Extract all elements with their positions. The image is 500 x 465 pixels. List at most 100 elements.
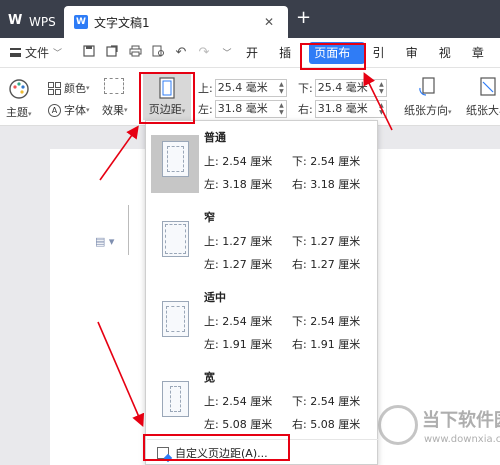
save-icon[interactable] xyxy=(82,45,96,60)
left-margin-input[interactable]: 31.8 毫米 ▲ ▼ xyxy=(214,100,287,118)
spinner-icon[interactable]: ▲ ▼ xyxy=(379,81,384,95)
left-margin-label: 左: xyxy=(198,103,213,116)
theme-label: 主题 xyxy=(6,106,28,119)
margin-preset-wide[interactable]: 宽 上: 2.54 厘米 下: 2.54 厘米 左: 5.08 厘米 右: 5.… xyxy=(146,366,377,441)
bottom-margin-input[interactable]: 25.4 毫米 ▲ ▼ xyxy=(314,79,387,97)
preset-name: 适中 xyxy=(204,291,226,304)
right-margin-field: 右: 31.8 毫米 ▲ ▼ xyxy=(298,100,387,118)
watermark-text: 当下软件园 xyxy=(422,410,500,431)
preset-right-value: 右: 1.91 厘米 xyxy=(292,338,361,351)
tab-references[interactable]: 引用 xyxy=(367,42,400,82)
document-tab-label: 文字文稿1 xyxy=(94,15,150,30)
redo-icon[interactable]: ↷ xyxy=(197,45,211,60)
margin-preset-moderate[interactable]: 适中 上: 2.54 厘米 下: 2.54 厘米 左: 1.91 厘米 右: 1… xyxy=(146,286,377,361)
wps-home-label: WPS xyxy=(29,15,56,29)
preset-left-value: 左: 1.91 厘米 xyxy=(204,338,273,351)
font-label: 字体 xyxy=(64,104,86,117)
highlight-page-layout-tab xyxy=(300,43,366,70)
preset-name: 普通 xyxy=(204,131,226,144)
preset-right-value: 右: 1.27 厘米 xyxy=(292,258,361,271)
document-tab[interactable]: W 文字文稿1 ✕ xyxy=(64,6,288,38)
effect-button[interactable]: 效果 ▾ xyxy=(102,102,128,118)
preset-top-value: 上: 2.54 厘米 xyxy=(204,315,273,328)
tab-home[interactable]: 开始 xyxy=(241,42,274,82)
preset-left-value: 左: 3.18 厘米 xyxy=(204,178,273,191)
palette-icon xyxy=(9,79,29,99)
margin-preset-normal[interactable]: 普通 上: 2.54 厘米 下: 2.54 厘米 左: 3.18 厘米 右: 3… xyxy=(146,126,377,201)
preset-bottom-value: 下: 1.27 厘米 xyxy=(292,235,361,248)
paper-size-button[interactable]: 纸张大小 xyxy=(466,76,500,118)
watermark-url: www.downxia.com xyxy=(424,434,500,445)
theme-button[interactable]: 主题▾ xyxy=(6,78,32,120)
preset-left-value: 左: 1.27 厘米 xyxy=(204,258,273,271)
font-button[interactable]: A 字体 ▾ xyxy=(48,102,90,118)
preset-top-value: 上: 1.27 厘米 xyxy=(204,235,273,248)
preset-thumbnail xyxy=(151,215,199,273)
wps-home-tab[interactable]: WPS xyxy=(0,6,62,38)
orientation-label: 纸张方向 xyxy=(404,104,448,117)
preset-right-value: 右: 5.08 厘米 xyxy=(292,418,361,431)
watermark: 当下软件园 www.downxia.com xyxy=(378,402,500,462)
effect-grid-button[interactable] xyxy=(104,78,124,94)
ribbon-toolbar: 主题▾ 颜色 ▾ A 字体 ▾ 效果 ▾ 页边距▾ 上: 25.4 毫米 ▲ ▼ 左: 3… xyxy=(0,68,500,126)
tab-section[interactable]: 章节 xyxy=(467,42,500,82)
preset-name: 宽 xyxy=(204,371,215,384)
orientation-button[interactable]: 纸张方向▾ xyxy=(404,76,452,118)
top-margin-field: 上: 25.4 毫米 ▲ ▼ xyxy=(198,79,287,97)
spinner-icon[interactable]: ▲ ▼ xyxy=(379,102,384,116)
spinner-icon[interactable]: ▲ ▼ xyxy=(279,81,284,95)
file-menu-label: 文件 xyxy=(25,46,50,60)
title-tab-bar: WPS W 文字文稿1 ✕ + xyxy=(0,0,500,38)
undo-icon[interactable]: ↶ xyxy=(174,45,188,60)
chevron-down-icon: ﹀ xyxy=(53,49,63,59)
preset-bottom-value: 下: 2.54 厘米 xyxy=(292,395,361,408)
hamburger-icon xyxy=(10,48,21,57)
preset-bottom-value: 下: 2.54 厘米 xyxy=(292,315,361,328)
color-label: 颜色 xyxy=(64,82,86,95)
export-icon[interactable] xyxy=(105,45,119,60)
preset-name: 窄 xyxy=(204,211,215,224)
more-chevron-icon[interactable]: ﹀ xyxy=(220,46,234,59)
top-margin-label: 上: xyxy=(198,82,213,95)
color-grid-icon xyxy=(48,81,61,95)
preset-thumbnail xyxy=(151,295,199,353)
bottom-margin-label: 下: xyxy=(298,82,313,95)
margin-preset-narrow[interactable]: 窄 上: 1.27 厘米 下: 1.27 厘米 左: 1.27 厘米 右: 1.… xyxy=(146,206,377,281)
font-icon: A xyxy=(48,103,61,117)
close-tab-icon[interactable]: ✕ xyxy=(264,15,274,29)
preset-top-value: 上: 2.54 厘米 xyxy=(204,155,273,168)
quick-access-toolbar: ↶ ↷ ﹀ xyxy=(76,45,234,60)
paper-size-label: 纸张大小 xyxy=(466,104,500,117)
bottom-margin-field: 下: 25.4 毫米 ▲ ▼ xyxy=(298,79,387,97)
preset-thumbnail xyxy=(151,375,199,433)
menu-tabs: 开始 插入 页面布局 引用 审阅 视图 章节 xyxy=(241,38,500,82)
right-margin-input[interactable]: 31.8 毫米 ▲ ▼ xyxy=(314,100,387,118)
file-menu-button[interactable]: 文件 ﹀ xyxy=(0,44,76,61)
highlight-custom-margins xyxy=(143,434,290,461)
tab-view[interactable]: 视图 xyxy=(434,42,467,82)
orientation-icon xyxy=(419,77,435,96)
paragraph-format-icon[interactable]: ▤ ▾ xyxy=(95,235,114,248)
preset-thumbnail xyxy=(151,135,199,193)
print-preview-icon[interactable] xyxy=(151,45,165,60)
spinner-icon[interactable]: ▲ ▼ xyxy=(279,102,284,116)
top-margin-input[interactable]: 25.4 毫米 ▲ ▼ xyxy=(214,79,287,97)
new-tab-icon[interactable]: + xyxy=(296,9,311,27)
highlight-margin-button xyxy=(139,72,195,124)
document-icon: W xyxy=(74,15,88,29)
color-button[interactable]: 颜色 ▾ xyxy=(48,80,90,96)
effect-label: 效果 xyxy=(102,104,124,117)
wps-logo-icon xyxy=(8,13,24,29)
preset-bottom-value: 下: 2.54 厘米 xyxy=(292,155,361,168)
paper-size-icon xyxy=(480,77,496,96)
menu-bar: 文件 ﹀ ↶ ↷ ﹀ 开始 插入 页面布局 引用 审阅 视图 章节 xyxy=(0,38,500,82)
preset-top-value: 上: 2.54 厘米 xyxy=(204,395,273,408)
left-margin-field: 左: 31.8 毫米 ▲ ▼ xyxy=(198,100,287,118)
tab-review[interactable]: 审阅 xyxy=(401,42,434,82)
print-icon[interactable] xyxy=(128,45,142,60)
effect-icon xyxy=(104,78,124,94)
watermark-logo-icon xyxy=(378,405,418,445)
page-margin-dropdown: 普通 上: 2.54 厘米 下: 2.54 厘米 左: 3.18 厘米 右: 3… xyxy=(145,120,378,465)
text-cursor xyxy=(128,205,129,255)
preset-left-value: 左: 5.08 厘米 xyxy=(204,418,273,431)
